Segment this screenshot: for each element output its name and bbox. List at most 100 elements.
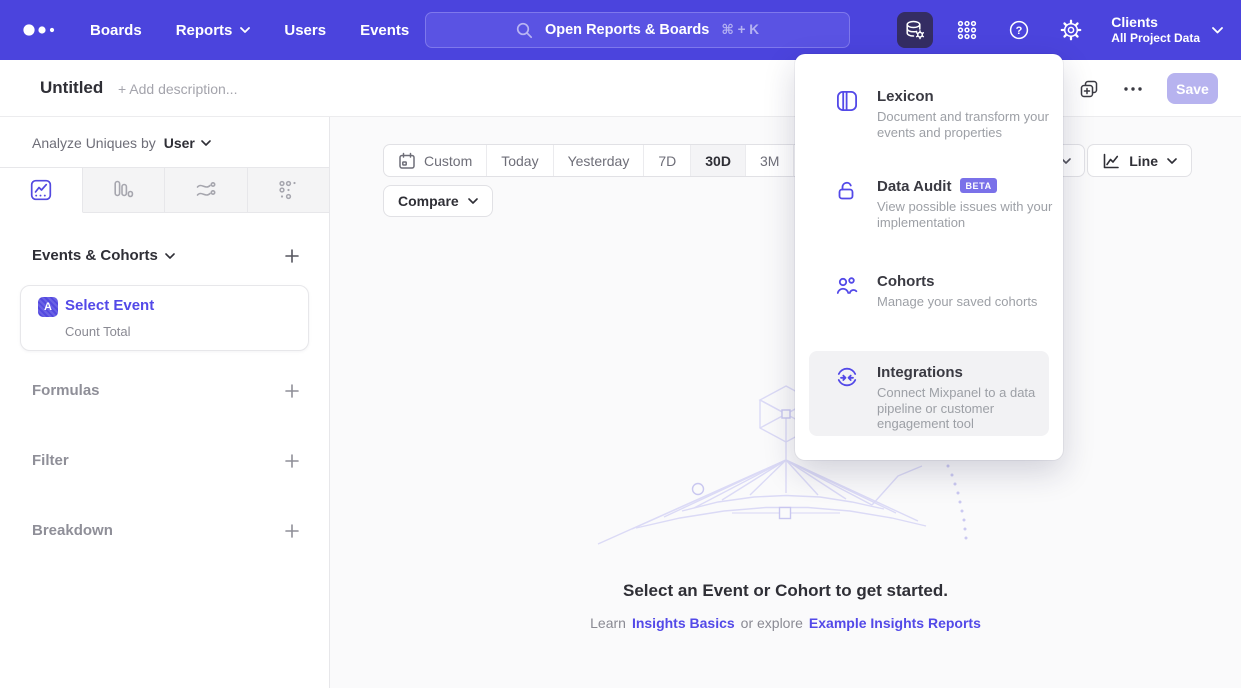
breakdown-section-header: Breakdown	[32, 522, 299, 539]
nav-item-label: Events	[360, 22, 409, 39]
event-card[interactable]: A Select Event Count Total	[20, 285, 309, 351]
formulas-section-header: Formulas	[32, 382, 299, 399]
date-range-label: 3M	[760, 153, 779, 169]
events-cohorts-section-header: Events & Cohorts	[32, 247, 299, 264]
chevron-down-icon	[468, 198, 478, 204]
add-description-field[interactable]: + Add description...	[118, 81, 237, 97]
menu-item-description: Connect Mixpanel to a data pipeline or c…	[877, 385, 1057, 432]
chevron-down-icon	[201, 140, 211, 146]
nav-item-label: Boards	[90, 22, 142, 39]
filter-label: Filter	[32, 452, 69, 469]
settings-button[interactable]	[1053, 12, 1089, 48]
chevron-down-icon	[1167, 158, 1177, 164]
date-range-label: 7D	[658, 153, 676, 169]
events-cohorts-toggle[interactable]: Events & Cohorts	[32, 247, 175, 264]
date-range-label: 30D	[705, 153, 731, 169]
menu-item-cohorts[interactable]: Cohorts Manage your saved cohorts	[795, 273, 1063, 310]
middle-text: or explore	[741, 615, 803, 631]
data-management-menu: Lexicon Document and transform your even…	[795, 54, 1063, 460]
plus-icon	[285, 524, 299, 538]
compare-dropdown[interactable]: Compare	[383, 185, 493, 217]
select-event-button[interactable]: Select Event	[65, 297, 154, 314]
menu-item-title: Cohorts	[877, 273, 1063, 290]
event-aggregation-label[interactable]: Count Total	[65, 324, 131, 339]
mixpanel-logo-icon[interactable]	[22, 22, 60, 38]
compare-label: Compare	[398, 193, 459, 209]
date-range-control: Custom Today Yesterday 7D 30D 3M 6M	[383, 144, 843, 177]
tab-metrics-grid[interactable]	[248, 168, 330, 213]
gear-icon	[1060, 19, 1082, 41]
bar-chart-tab-icon	[112, 179, 134, 201]
insights-basics-link[interactable]: Insights Basics	[632, 615, 735, 631]
lexicon-icon	[835, 89, 859, 113]
nav-item-reports[interactable]: Reports	[176, 22, 251, 39]
duplicate-button[interactable]	[1079, 79, 1099, 99]
navbar-right: ? Clients All Project Data	[897, 0, 1223, 60]
date-range-yesterday[interactable]: Yesterday	[553, 145, 644, 176]
global-search-input[interactable]: Open Reports & Boards ⌘ + K	[425, 12, 850, 48]
add-breakdown-button[interactable]	[285, 524, 299, 538]
date-range-3m[interactable]: 3M	[745, 145, 793, 176]
date-range-30d[interactable]: 30D	[690, 145, 745, 176]
report-title[interactable]: Untitled	[40, 78, 103, 98]
metrics-grid-tab-icon	[277, 179, 299, 201]
menu-item-title: Integrations	[877, 364, 1049, 381]
breakdown-label: Breakdown	[32, 522, 113, 539]
nav-item-users[interactable]: Users	[284, 22, 326, 39]
workspace-text: Clients All Project Data	[1111, 14, 1200, 46]
chart-type-label: Line	[1129, 153, 1158, 169]
menu-item-title: Lexicon	[877, 88, 1063, 105]
report-canvas: Custom Today Yesterday 7D 30D 3M 6M Comp…	[330, 117, 1241, 688]
events-cohorts-label: Events & Cohorts	[32, 247, 158, 264]
empty-state: Select an Event or Cohort to get started…	[330, 581, 1241, 631]
add-event-button[interactable]	[285, 249, 299, 263]
analyze-value-label: User	[164, 135, 195, 151]
formulas-label: Formulas	[32, 382, 100, 399]
analyze-by-dropdown[interactable]: User	[164, 135, 211, 151]
tab-bar-chart[interactable]	[83, 168, 166, 213]
nav-item-label: Users	[284, 22, 326, 39]
workspace-name: Clients	[1111, 14, 1200, 31]
date-range-custom[interactable]: Custom	[384, 145, 486, 176]
workspace-selector[interactable]: Clients All Project Data	[1111, 14, 1223, 46]
nav-item-boards[interactable]: Boards	[90, 22, 142, 39]
save-button[interactable]: Save	[1167, 73, 1218, 104]
add-filter-button[interactable]	[285, 454, 299, 468]
chevron-down-icon	[1212, 27, 1223, 34]
menu-item-description: Document and transform your events and p…	[877, 109, 1053, 140]
analyze-label: Analyze Uniques by	[32, 135, 156, 151]
line-chart-icon	[1102, 152, 1120, 170]
data-audit-icon	[835, 179, 859, 203]
database-gear-icon	[904, 19, 926, 41]
navbar-left: Boards Reports Users Events	[0, 0, 443, 60]
filter-section-header: Filter	[32, 452, 299, 469]
menu-item-data-audit[interactable]: Data Audit BETA View possible issues wit…	[795, 178, 1063, 230]
menu-item-description: Manage your saved cohorts	[877, 294, 1077, 310]
menu-item-integrations[interactable]: Integrations Connect Mixpanel to a data …	[809, 351, 1049, 436]
menu-item-title: Data Audit BETA	[877, 178, 1063, 195]
search-placeholder: Open Reports & Boards	[545, 22, 709, 38]
date-range-7d[interactable]: 7D	[643, 145, 690, 176]
help-button[interactable]: ?	[1001, 12, 1037, 48]
data-management-button[interactable]	[897, 12, 933, 48]
menu-item-lexicon[interactable]: Lexicon Document and transform your even…	[795, 88, 1063, 140]
stacked-chart-tab-icon	[195, 179, 217, 201]
tab-stacked-chart[interactable]	[165, 168, 248, 213]
add-formula-button[interactable]	[285, 384, 299, 398]
more-options-button[interactable]	[1123, 86, 1143, 92]
tab-line-chart[interactable]	[0, 168, 83, 213]
learn-prefix: Learn	[590, 615, 626, 631]
chevron-down-icon	[165, 253, 175, 259]
query-builder-sidebar: Analyze Uniques by User	[0, 117, 330, 688]
nav-item-events[interactable]: Events	[360, 22, 409, 39]
duplicate-icon	[1079, 79, 1099, 99]
chart-type-dropdown[interactable]: Line	[1087, 144, 1192, 177]
svg-text:?: ?	[1016, 25, 1023, 37]
example-reports-link[interactable]: Example Insights Reports	[809, 615, 981, 631]
date-range-today[interactable]: Today	[486, 145, 552, 176]
menu-item-title-text: Data Audit	[877, 178, 951, 195]
apps-grid-button[interactable]	[949, 12, 985, 48]
workspace-project: All Project Data	[1111, 31, 1200, 46]
empty-state-title: Select an Event or Cohort to get started…	[330, 581, 1241, 601]
line-chart-tab-icon	[29, 178, 53, 202]
